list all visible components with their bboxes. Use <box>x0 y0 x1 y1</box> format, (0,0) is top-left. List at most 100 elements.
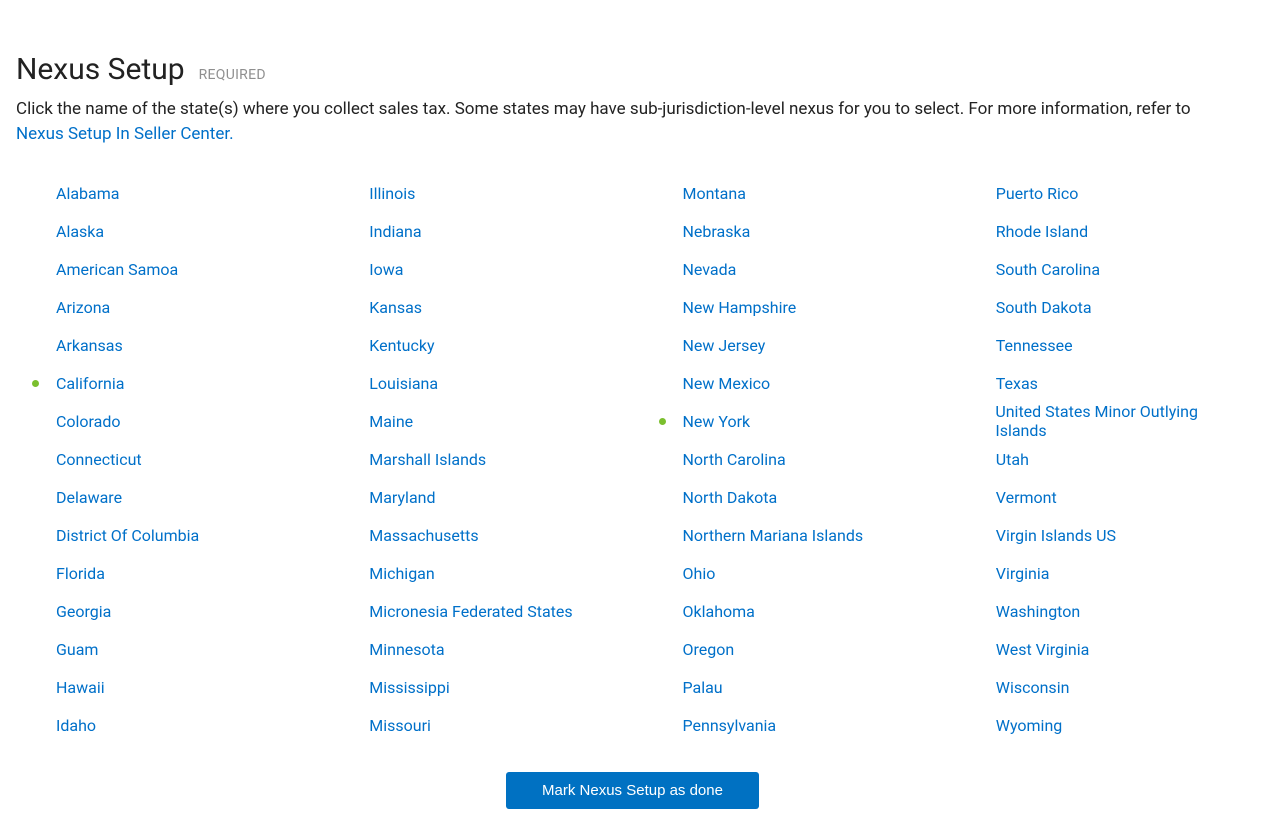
state-link[interactable]: Utah <box>996 450 1029 469</box>
state-link[interactable]: West Virginia <box>996 640 1090 659</box>
state-link[interactable]: Georgia <box>56 602 111 621</box>
state-item: Idaho <box>16 706 309 744</box>
state-item: Oklahoma <box>643 592 936 630</box>
state-link[interactable]: Delaware <box>56 488 122 507</box>
state-link[interactable]: Texas <box>996 374 1038 393</box>
state-link[interactable]: Oklahoma <box>683 602 755 621</box>
state-link[interactable]: Iowa <box>369 260 403 279</box>
state-item: Indiana <box>329 212 622 250</box>
state-item: Washington <box>956 592 1249 630</box>
state-link[interactable]: Hawaii <box>56 678 105 697</box>
state-link[interactable]: Vermont <box>996 488 1057 507</box>
state-item: West Virginia <box>956 630 1249 668</box>
states-column: Montana Nebraska Nevada New Hampshire New Je… <box>643 174 936 744</box>
state-link[interactable]: New York <box>683 412 751 431</box>
state-item: New Mexico <box>643 364 936 402</box>
state-link[interactable]: Micronesia Federated States <box>369 602 572 621</box>
state-link[interactable]: Maryland <box>369 488 435 507</box>
state-item: Maryland <box>329 478 622 516</box>
state-link[interactable]: Marshall Islands <box>369 450 486 469</box>
state-item: Arkansas <box>16 326 309 364</box>
state-link[interactable]: Rhode Island <box>996 222 1088 241</box>
selected-indicator-slot <box>643 418 683 425</box>
state-link[interactable]: Michigan <box>369 564 434 583</box>
state-link[interactable]: Connecticut <box>56 450 142 469</box>
state-link[interactable]: Tennessee <box>996 336 1073 355</box>
description: Click the name of the state(s) where you… <box>16 97 1236 146</box>
state-link[interactable]: Missouri <box>369 716 431 735</box>
header-row: Nexus Setup REQUIRED <box>16 52 1249 87</box>
state-link[interactable]: Northern Mariana Islands <box>683 526 864 545</box>
description-link[interactable]: Nexus Setup In Seller Center. <box>16 124 234 144</box>
description-text: Click the name of the state(s) where you… <box>16 99 1191 119</box>
state-link[interactable]: Nevada <box>683 260 737 279</box>
state-item: New York <box>643 402 936 440</box>
state-item: Nevada <box>643 250 936 288</box>
state-item: Arizona <box>16 288 309 326</box>
state-link[interactable]: Palau <box>683 678 723 697</box>
state-link[interactable]: American Samoa <box>56 260 178 279</box>
state-item: Louisiana <box>329 364 622 402</box>
state-link[interactable]: Pennsylvania <box>683 716 777 735</box>
state-item: Minnesota <box>329 630 622 668</box>
state-item: Palau <box>643 668 936 706</box>
state-link[interactable]: Wyoming <box>996 716 1063 735</box>
state-link[interactable]: Nebraska <box>683 222 751 241</box>
state-item: Ohio <box>643 554 936 592</box>
state-link[interactable]: Minnesota <box>369 640 444 659</box>
state-link[interactable]: North Dakota <box>683 488 778 507</box>
state-link[interactable]: South Carolina <box>996 260 1100 279</box>
states-column: Alabama Alaska American Samoa Arizona Arkans… <box>16 174 309 744</box>
page-title: Nexus Setup <box>16 52 185 87</box>
state-link[interactable]: Puerto Rico <box>996 184 1079 203</box>
states-column: Illinois Indiana Iowa Kansas Kentucky Louisia… <box>329 174 622 744</box>
state-item: District Of Columbia <box>16 516 309 554</box>
mark-done-button[interactable]: Mark Nexus Setup as done <box>506 772 759 809</box>
state-link[interactable]: Wisconsin <box>996 678 1070 697</box>
state-link[interactable]: South Dakota <box>996 298 1092 317</box>
state-link[interactable]: Montana <box>683 184 746 203</box>
state-item: Virginia <box>956 554 1249 592</box>
state-link[interactable]: New Mexico <box>683 374 771 393</box>
state-link[interactable]: Massachusetts <box>369 526 478 545</box>
state-link[interactable]: Mississippi <box>369 678 450 697</box>
state-item: Mississippi <box>329 668 622 706</box>
state-link[interactable]: New Hampshire <box>683 298 797 317</box>
state-link[interactable]: United States Minor Outlying Islands <box>995 402 1249 440</box>
state-link[interactable]: Washington <box>996 602 1080 621</box>
state-link[interactable]: Illinois <box>369 184 415 203</box>
state-item: Iowa <box>329 250 622 288</box>
state-link[interactable]: Oregon <box>683 640 735 659</box>
state-item: Oregon <box>643 630 936 668</box>
button-row: Mark Nexus Setup as done <box>16 772 1249 809</box>
state-item: California <box>16 364 309 402</box>
state-link[interactable]: Arkansas <box>56 336 123 355</box>
state-link[interactable]: District Of Columbia <box>56 526 199 545</box>
state-link[interactable]: Louisiana <box>369 374 438 393</box>
state-link[interactable]: Kentucky <box>369 336 434 355</box>
state-link[interactable]: Guam <box>56 640 98 659</box>
state-link[interactable]: Kansas <box>369 298 422 317</box>
state-link[interactable]: Colorado <box>56 412 121 431</box>
state-link[interactable]: Ohio <box>683 564 716 583</box>
state-link[interactable]: Alaska <box>56 222 104 241</box>
state-link[interactable]: Maine <box>369 412 413 431</box>
selected-indicator-slot <box>16 380 56 387</box>
state-link[interactable]: Florida <box>56 564 105 583</box>
state-link[interactable]: Virginia <box>996 564 1050 583</box>
state-item: Hawaii <box>16 668 309 706</box>
state-link[interactable]: Indiana <box>369 222 421 241</box>
state-link[interactable]: Alabama <box>56 184 119 203</box>
required-tag: REQUIRED <box>199 67 266 83</box>
state-link[interactable]: Arizona <box>56 298 110 317</box>
state-item: Marshall Islands <box>329 440 622 478</box>
state-item: Alaska <box>16 212 309 250</box>
state-item: United States Minor Outlying Islands <box>956 402 1249 440</box>
state-link[interactable]: New Jersey <box>683 336 766 355</box>
state-item: Puerto Rico <box>956 174 1249 212</box>
state-link[interactable]: California <box>56 374 124 393</box>
state-link[interactable]: Idaho <box>56 716 96 735</box>
state-link[interactable]: North Carolina <box>683 450 786 469</box>
state-item: Montana <box>643 174 936 212</box>
state-link[interactable]: Virgin Islands US <box>996 526 1116 545</box>
